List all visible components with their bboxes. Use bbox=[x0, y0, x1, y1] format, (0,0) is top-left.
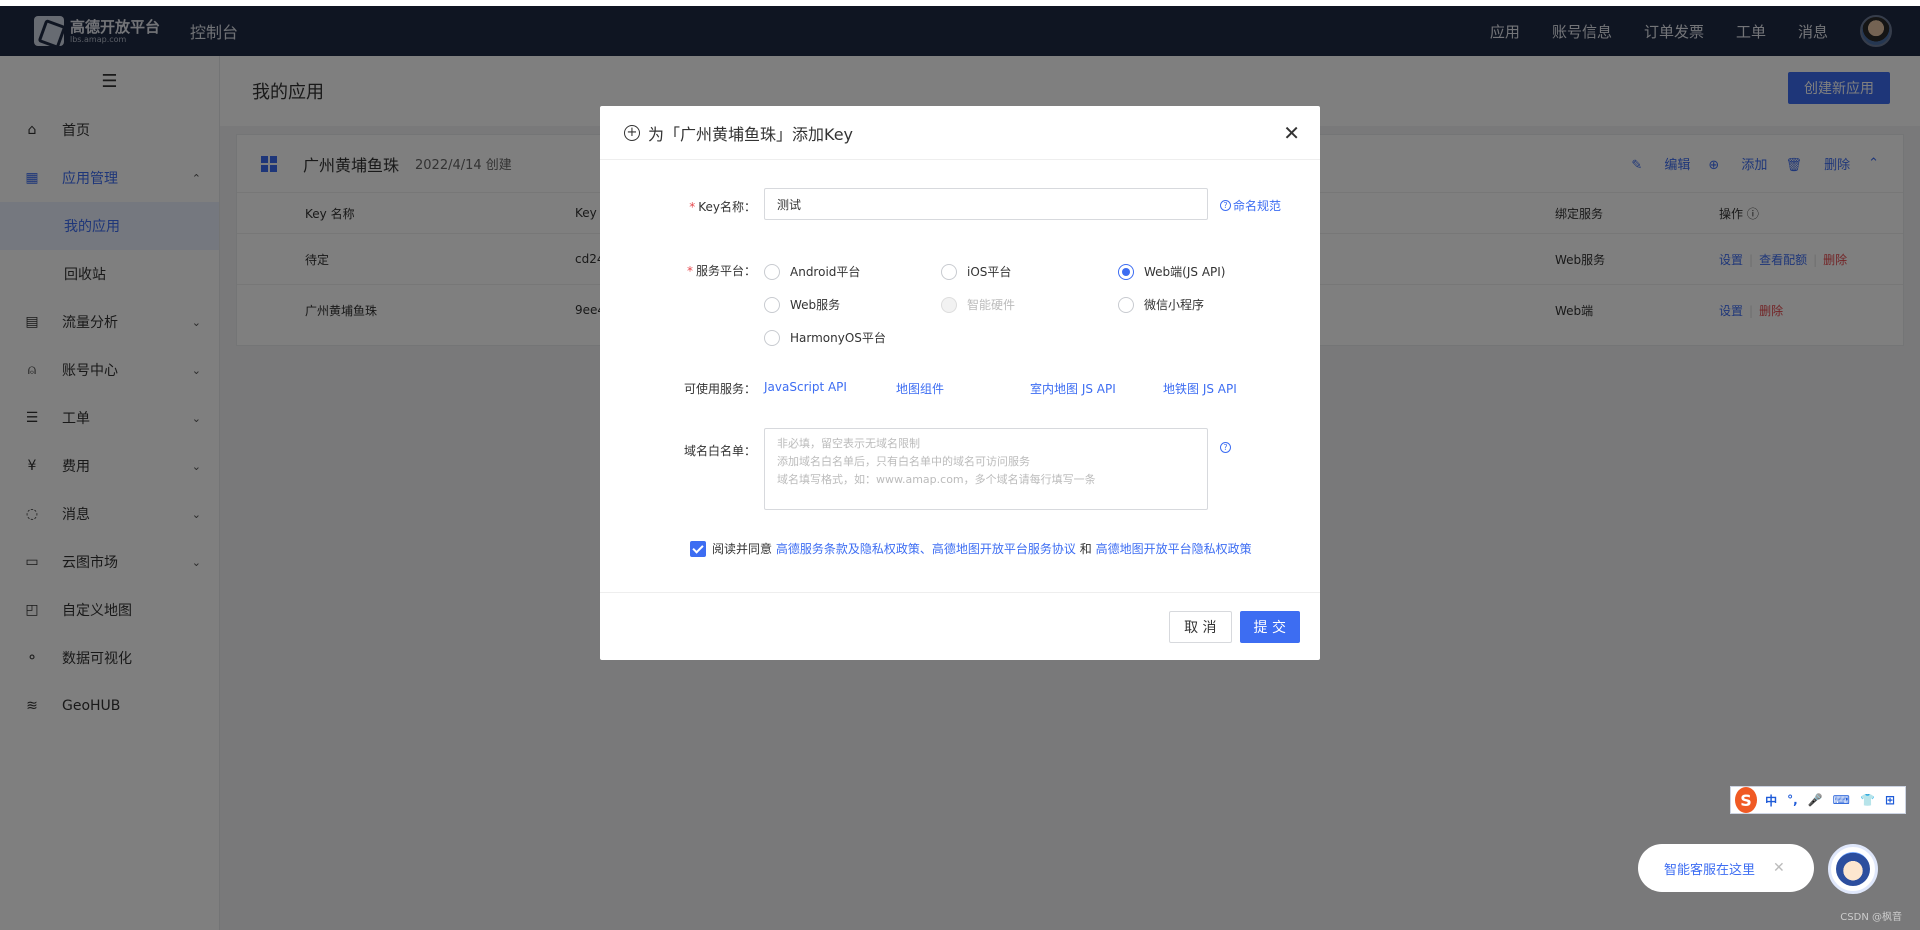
skin-icon[interactable]: 👕 bbox=[1860, 793, 1875, 807]
microphone-icon[interactable]: 🎤 bbox=[1808, 793, 1823, 807]
add-key-form: *Key名称： ?命名规范 *服务平台： Android平台 iOS平台 Web… bbox=[600, 160, 1320, 592]
platform-label: * 服务平台： bbox=[686, 264, 756, 278]
service-map-components[interactable]: 地图组件 bbox=[896, 380, 944, 397]
dialog-footer: 取 消 提 交 bbox=[600, 592, 1320, 660]
add-circle-icon: + bbox=[624, 124, 640, 141]
domain-whitelist-label: 域名白名单： bbox=[683, 444, 756, 458]
ime-punctuation[interactable]: °, bbox=[1787, 793, 1798, 807]
privacy-policy-link[interactable]: 高德地图开放平台隐私权政策 bbox=[1096, 540, 1252, 557]
customer-service-avatar[interactable] bbox=[1828, 844, 1878, 894]
submit-button[interactable]: 提 交 bbox=[1239, 610, 1300, 643]
radio-android[interactable]: Android平台 bbox=[764, 263, 860, 280]
toolbox-icon[interactable]: ⊞ bbox=[1885, 793, 1895, 807]
help-icon[interactable]: ? bbox=[1220, 442, 1231, 453]
naming-rule-link[interactable]: ? 命名规范 bbox=[1220, 197, 1281, 214]
radio-smart-hardware: 智能硬件 bbox=[941, 296, 1015, 313]
dialog-title: 为「广州黄埔鱼珠」添加Key bbox=[648, 124, 854, 144]
agreement-row: 阅读并同意 高德服务条款及隐私权政策、高德地图开放平台服务协议 和 高德地图开放… bbox=[690, 540, 1252, 557]
terms-link[interactable]: 高德服务条款及隐私权政策 bbox=[776, 540, 920, 557]
radio-harmonyos[interactable]: HarmonyOS平台 bbox=[764, 329, 886, 346]
available-services-label: 可使用服务： bbox=[683, 382, 756, 396]
add-key-dialog: + 为「广州黄埔鱼珠」添加Key ✕ *Key名称： ?命名规范 *服务平台： … bbox=[600, 106, 1320, 660]
dialog-header: + 为「广州黄埔鱼珠」添加Key ✕ bbox=[600, 106, 1320, 160]
radio-ios[interactable]: iOS平台 bbox=[941, 263, 1011, 280]
key-name-input[interactable] bbox=[764, 188, 1208, 220]
radio-web-js-api[interactable]: Web端(JS API) bbox=[1118, 263, 1225, 280]
ime-chinese-mode[interactable]: 中 bbox=[1765, 792, 1777, 809]
radio-web-service[interactable]: Web服务 bbox=[764, 296, 840, 313]
customer-service-bubble[interactable]: 智能客服在这里 ✕ bbox=[1638, 844, 1814, 892]
close-icon[interactable]: ✕ bbox=[1283, 121, 1300, 145]
radio-wechat-mini-program[interactable]: 微信小程序 bbox=[1118, 296, 1204, 313]
ime-toolbar[interactable]: S 中 °, 🎤 ⌨ 👕 ⊞ bbox=[1730, 786, 1906, 814]
service-javascript-api[interactable]: JavaScript API bbox=[764, 380, 847, 394]
keyboard-icon[interactable]: ⌨ bbox=[1833, 793, 1850, 807]
watermark: CSDN @枫音 bbox=[1840, 912, 1902, 923]
close-icon[interactable]: ✕ bbox=[1773, 860, 1785, 876]
cancel-button[interactable]: 取 消 bbox=[1169, 610, 1232, 643]
sogou-icon: S bbox=[1735, 787, 1758, 813]
key-name-label: * Key名称： bbox=[689, 200, 756, 214]
service-agreement-link[interactable]: 高德地图开放平台服务协议 bbox=[932, 540, 1076, 557]
service-subway-map-js-api[interactable]: 地铁图 JS API bbox=[1163, 380, 1237, 397]
help-icon: ? bbox=[1220, 200, 1231, 211]
domain-whitelist-textarea[interactable]: 非必填，留空表示无域名限制 添加域名白名单后，只有白名单中的域名可访问服务 域名… bbox=[764, 428, 1208, 510]
agreement-checkbox[interactable] bbox=[690, 540, 706, 557]
service-indoor-map-js-api[interactable]: 室内地图 JS API bbox=[1030, 380, 1116, 397]
